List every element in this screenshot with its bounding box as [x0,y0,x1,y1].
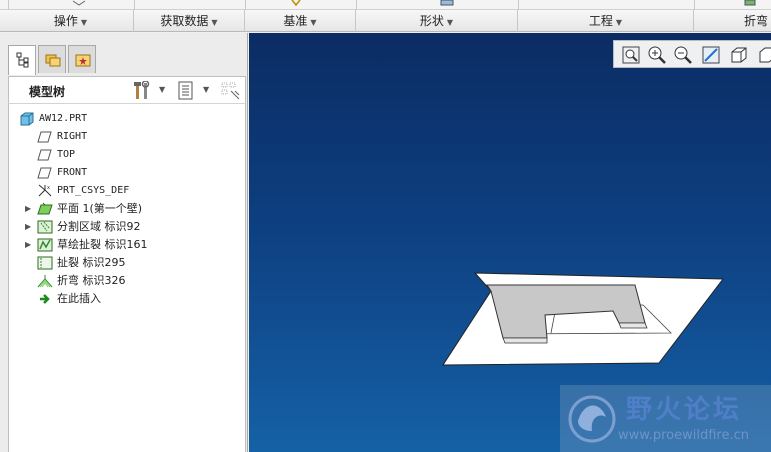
chevron-down-icon: ▼ [159,85,166,94]
watermark-title: 野火论坛 [626,395,743,425]
model-tree: AW12.PRT RIGHT TOP FRONT x PRT_CSYS_DEF … [8,104,246,452]
tree-item-label: 草绘扯裂 标识161 [57,238,148,251]
ribbon-divider [245,0,246,10]
ribbon-command-icon[interactable] [290,0,304,6]
ribbon-group-label: 操作 [53,14,78,28]
chevron-down-icon: ▼ [446,18,454,27]
tree-item-bend[interactable]: 折弯 标识326 [37,272,237,290]
navigator-panel: 模型树 ▼ ▼ AW12.PRT RIGHT TOP FRONT x PRT_C… [0,33,248,452]
part-icon [20,112,34,126]
settings-menu-button[interactable]: ▼ [133,80,169,101]
ribbon-group-get-data[interactable]: 获取数据 ▼ [134,10,245,32]
tree-item-label: 在此插入 [57,292,101,305]
tree-item-label: RIGHT [57,131,88,142]
ribbon-group-operations[interactable]: 操作 ▼ [8,10,134,32]
ribbon-divider [518,0,519,10]
tree-item-label: 分割区域 标识92 [57,220,141,233]
tree-item-label: 扯裂 标识295 [57,256,126,269]
ribbon-group-label: 工程 [588,14,613,28]
folder-icon [45,54,61,67]
tree-filter-button[interactable] [221,81,243,101]
ribbon-group-datum[interactable]: 基准 ▼ [245,10,356,32]
list-document-icon [178,81,193,100]
chevron-down-icon: ▼ [615,18,623,27]
svg-text:x: x [47,185,50,191]
tree-item-label: 折弯 标识326 [57,274,126,287]
tree-item-insert-here[interactable]: 在此插入 [37,290,237,308]
chevron-down-icon: ▼ [310,18,317,27]
ribbon-command-strip [0,0,771,10]
tree-item-label: 平面 1(第一个壁) [57,202,143,215]
flange-edge [618,322,648,329]
ribbon-group-label: 折弯 [744,14,769,28]
tree-item-label: AW12.PRT [39,113,88,124]
bend-icon [37,275,53,288]
ribbon-divider [694,0,695,10]
tree-item-split-area[interactable]: ▶ 分割区域 标识92 [25,218,239,236]
tree-item-label: FRONT [57,167,88,178]
ribbon-group-shapes[interactable]: 形状 ▼ [356,10,518,32]
tree-item-planar-wall[interactable]: ▶ 平面 1(第一个壁) [25,200,239,218]
tree-item-sketched-rip[interactable]: ▶ 草绘扯裂 标识161 [25,236,239,254]
model-tree-title: 模型树 [29,85,66,99]
chevron-down-icon: ▼ [211,18,218,27]
ribbon-command-icon[interactable] [440,0,454,6]
tree-item-datum-front[interactable]: FRONT [37,164,237,182]
tree-item-datum-top[interactable]: TOP [37,146,237,164]
expand-arrow-icon[interactable]: ▶ [25,218,35,236]
ribbon-group-label: 形状 [419,14,444,28]
watermark-url: www.proewildfire.cn [618,428,749,443]
chevron-down-icon: ▼ [203,85,210,94]
chevron-down-icon: ▼ [80,18,88,27]
ribbon-group-label: 获取数据 [160,14,209,28]
split-area-icon [37,220,53,234]
ribbon-group-label: 基准 [283,14,308,28]
forum-logo-icon [568,395,616,443]
model-tree-header: 模型树 ▼ ▼ [8,76,246,104]
tree-item-part[interactable]: AW12.PRT [19,110,239,128]
tab-favorites[interactable] [68,45,96,73]
ribbon-command-icon[interactable] [744,0,758,6]
tree-item-label: TOP [57,149,76,160]
show-menu-button[interactable]: ▼ [177,81,213,101]
datum-plane-icon [37,167,52,179]
ribbon-group-bends[interactable]: 折弯 [694,10,771,32]
model-tree-icon [16,52,29,68]
ribbon-divider [8,0,9,10]
forum-watermark: 野火论坛 www.proewildfire.cn [560,385,771,452]
app-window: 操作 ▼ 获取数据 ▼ 基准 ▼ 形状 ▼ 工程 ▼ 折弯 模型树 ▼ ▼ AW… [0,0,771,452]
ribbon-command-icon[interactable] [72,0,86,6]
graphics-viewport[interactable]: 野火论坛 www.proewildfire.cn [249,33,771,452]
tree-item-datum-right[interactable]: RIGHT [37,128,237,146]
tab-folder-browser[interactable] [38,45,66,73]
hammer-wrench-icon [134,80,150,99]
tree-item-label: PRT_CSYS_DEF [57,185,130,196]
planar-wall-icon [37,202,53,215]
ribbon-divider [134,0,135,10]
datum-plane-icon [37,149,52,161]
rip-icon [37,256,53,270]
tab-model-tree[interactable] [8,45,36,75]
insert-here-arrow-icon [40,294,50,304]
tree-filter-icon [221,82,240,100]
csys-icon: x [38,184,52,197]
datum-plane-icon [37,131,52,143]
ribbon-group-engineering[interactable]: 工程 ▼ [518,10,694,32]
flange-edge [502,337,548,344]
expand-arrow-icon[interactable]: ▶ [25,200,35,218]
sketch-rip-icon [37,238,53,252]
expand-arrow-icon[interactable]: ▶ [25,236,35,254]
ribbon-group-bar: 操作 ▼ 获取数据 ▼ 基准 ▼ 形状 ▼ 工程 ▼ 折弯 [0,10,771,32]
ribbon-divider [356,0,357,10]
tree-item-rip[interactable]: 扯裂 标识295 [37,254,237,272]
favorites-icon [75,54,91,67]
tree-item-csys[interactable]: x PRT_CSYS_DEF [37,182,237,200]
